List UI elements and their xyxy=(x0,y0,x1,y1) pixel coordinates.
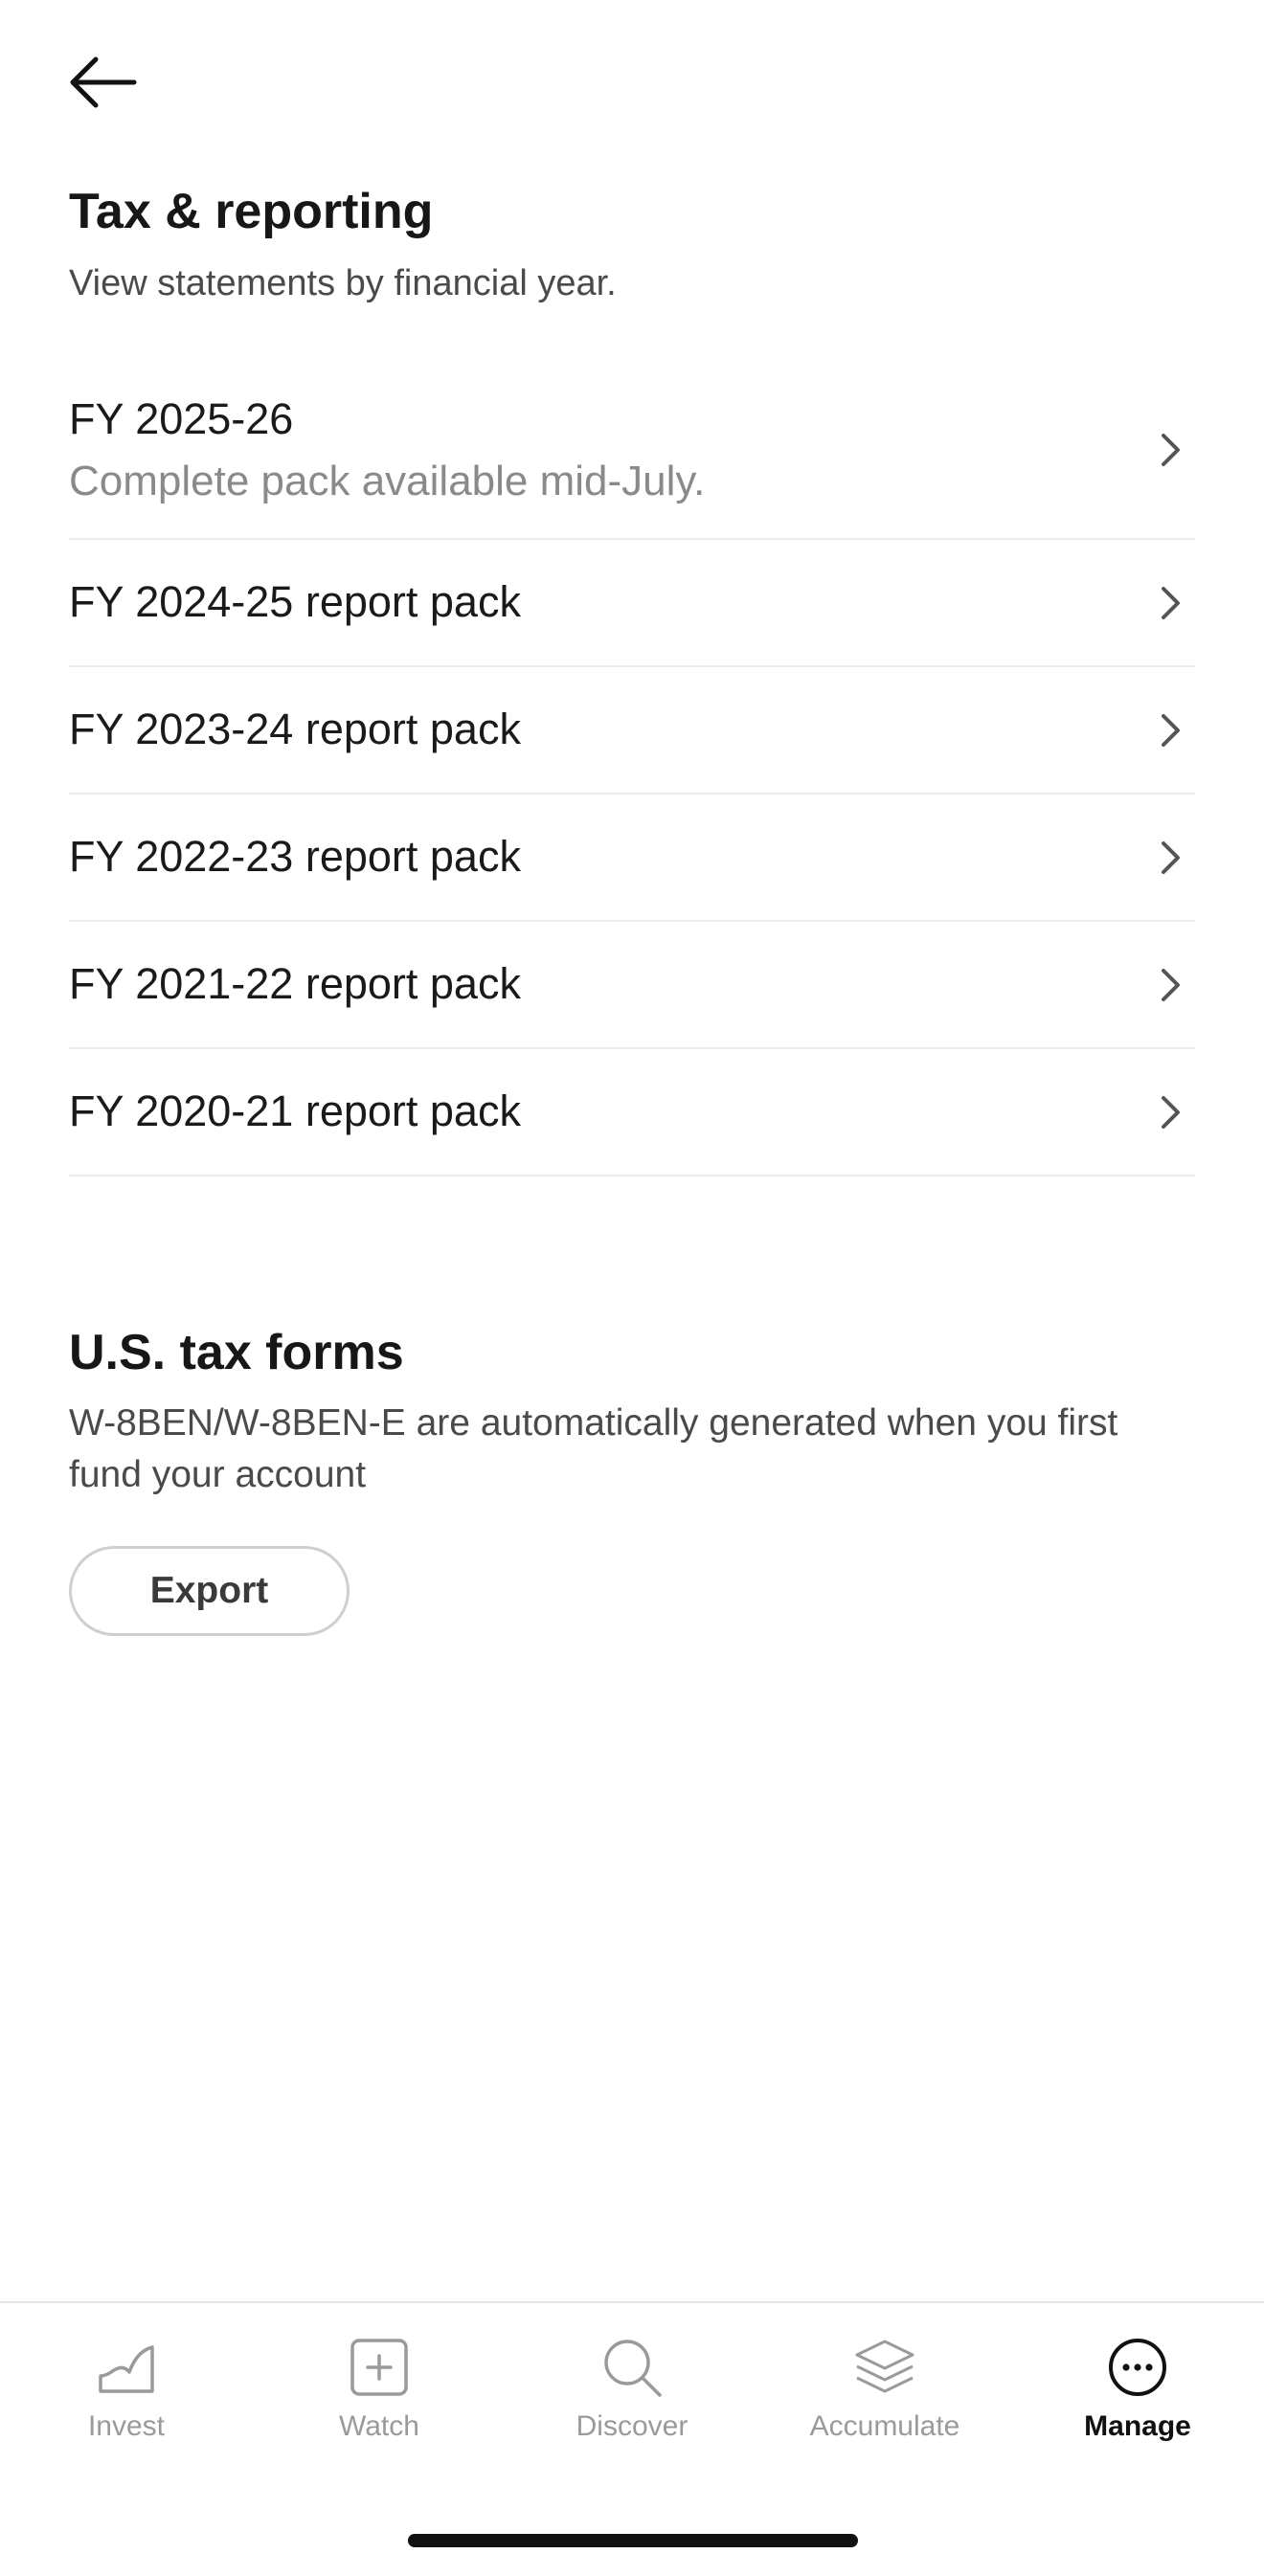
tab-label: Watch xyxy=(339,2410,419,2442)
report-item-label: FY 2025-26 xyxy=(69,393,294,443)
tab-accumulate[interactable]: Accumulate xyxy=(758,2303,1011,2443)
report-item-fy2025-26[interactable]: FY 2025-26 Complete pack available mid-J… xyxy=(69,362,1195,540)
us-tax-forms-section: U.S. tax forms W-8BEN/W-8BEN-E are autom… xyxy=(69,1323,1195,1501)
us-tax-forms-description: W-8BEN/W-8BEN-E are automatically genera… xyxy=(69,1402,1118,1496)
page-title: Tax & reporting xyxy=(69,184,434,239)
search-icon xyxy=(604,2340,662,2397)
report-item-label: FY 2023-24 report pack xyxy=(69,705,521,754)
plus-square-icon xyxy=(350,2339,408,2396)
report-item-fy2020-21[interactable]: FY 2020-21 report pack xyxy=(69,1049,1195,1176)
tab-watch[interactable]: Watch xyxy=(253,2303,506,2443)
export-button[interactable]: Export xyxy=(69,1546,350,1636)
tax-reporting-header: Tax & reporting View statements by finan… xyxy=(69,182,1195,310)
chart-icon xyxy=(99,2345,154,2393)
tab-invest[interactable]: Invest xyxy=(0,2303,253,2443)
arrow-left-icon xyxy=(70,56,137,108)
chevron-right-icon xyxy=(1162,968,1180,1001)
report-item-label: FY 2022-23 report pack xyxy=(69,832,521,882)
report-item-fy2022-23[interactable]: FY 2022-23 report pack xyxy=(69,795,1195,922)
chevron-right-icon xyxy=(1162,434,1180,466)
home-indicator[interactable] xyxy=(408,2534,858,2547)
report-item-fy2024-25[interactable]: FY 2024-25 report pack xyxy=(69,540,1195,667)
report-item-fy2021-22[interactable]: FY 2021-22 report pack xyxy=(69,922,1195,1049)
chevron-right-icon xyxy=(1162,586,1180,619)
tab-label: Invest xyxy=(87,2410,166,2442)
us-tax-forms-title: U.S. tax forms xyxy=(69,1325,404,1380)
chevron-right-icon xyxy=(1162,1095,1180,1129)
report-item-label: FY 2020-21 report pack xyxy=(69,1086,521,1136)
page-subtitle: View statements by financial year. xyxy=(69,263,617,304)
report-item-label: FY 2024-25 report pack xyxy=(69,577,521,627)
report-item-fy2023-24[interactable]: FY 2023-24 report pack xyxy=(69,667,1195,795)
tab-manage[interactable]: Manage xyxy=(1011,2303,1264,2443)
more-circle-icon xyxy=(1109,2339,1166,2396)
layers-icon xyxy=(855,2340,914,2393)
tab-label: Accumulate xyxy=(809,2410,960,2442)
tab-discover[interactable]: Discover xyxy=(506,2303,758,2443)
tab-label: Manage xyxy=(1084,2410,1191,2442)
tab-label: Discover xyxy=(576,2410,688,2442)
report-item-note: Complete pack available mid-July. xyxy=(69,457,706,504)
chevron-right-icon xyxy=(1162,713,1180,747)
report-pack-list: FY 2025-26 Complete pack available mid-J… xyxy=(69,362,1195,1176)
back-button[interactable] xyxy=(65,44,151,121)
report-item-label: FY 2021-22 report pack xyxy=(69,959,521,1009)
chevron-right-icon xyxy=(1162,840,1180,874)
